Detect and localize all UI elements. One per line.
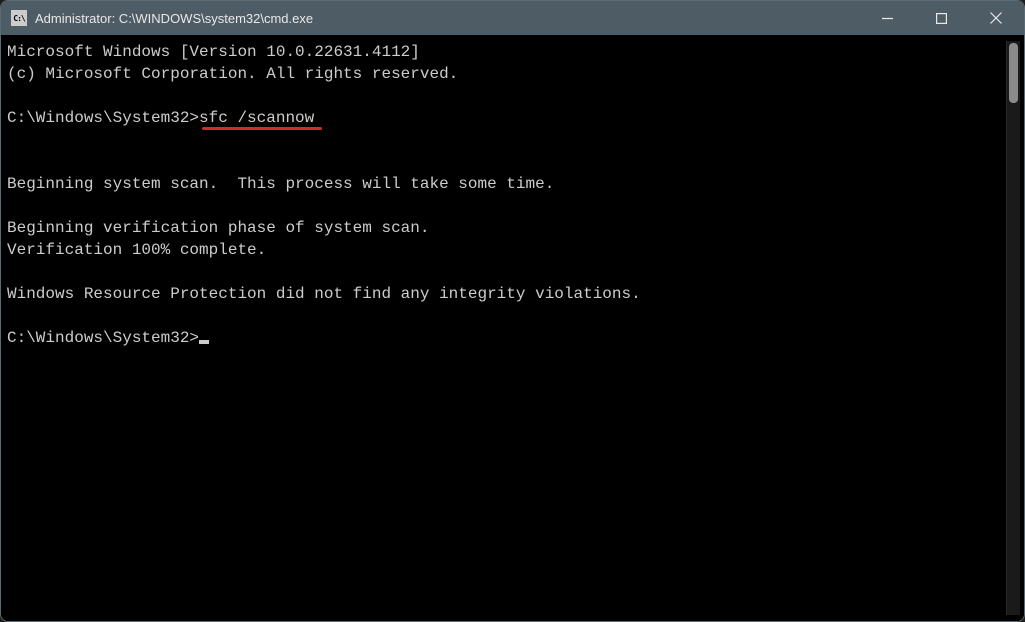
verification-complete-line: Verification 100% complete.: [7, 241, 266, 259]
typed-command: sfc /scannow: [199, 109, 314, 127]
titlebar[interactable]: C:\ Administrator: C:\WINDOWS\system32\c…: [1, 1, 1024, 35]
scrollbar-thumb[interactable]: [1009, 43, 1018, 103]
prompt-path: C:\Windows\System32>: [7, 329, 199, 347]
cursor: [199, 340, 209, 344]
maximize-button[interactable]: [914, 1, 968, 35]
cmd-icon: C:\: [11, 10, 27, 26]
prompt-line-1: C:\Windows\System32>sfc /scannow: [7, 107, 1006, 129]
scrollbar-track[interactable]: [1006, 41, 1020, 615]
window-controls: [860, 1, 1024, 35]
window-title: Administrator: C:\WINDOWS\system32\cmd.e…: [35, 11, 860, 26]
prompt-line-2: C:\Windows\System32>: [7, 327, 1006, 349]
result-line: Windows Resource Protection did not find…: [7, 285, 641, 303]
copyright-line: (c) Microsoft Corporation. All rights re…: [7, 65, 458, 83]
verification-phase-line: Beginning verification phase of system s…: [7, 219, 429, 237]
cmd-window: C:\ Administrator: C:\WINDOWS\system32\c…: [0, 0, 1025, 622]
scan-begin-line: Beginning system scan. This process will…: [7, 175, 554, 193]
terminal-area[interactable]: Microsoft Windows [Version 10.0.22631.41…: [1, 35, 1024, 621]
minimize-button[interactable]: [860, 1, 914, 35]
maximize-icon: [936, 13, 947, 24]
terminal-output: Microsoft Windows [Version 10.0.22631.41…: [7, 41, 1006, 615]
minimize-icon: [882, 13, 893, 24]
close-icon: [990, 12, 1002, 24]
prompt-path: C:\Windows\System32>: [7, 109, 199, 127]
version-line: Microsoft Windows [Version 10.0.22631.41…: [7, 43, 420, 61]
annotation-underline: [202, 127, 322, 130]
close-button[interactable]: [968, 1, 1024, 35]
